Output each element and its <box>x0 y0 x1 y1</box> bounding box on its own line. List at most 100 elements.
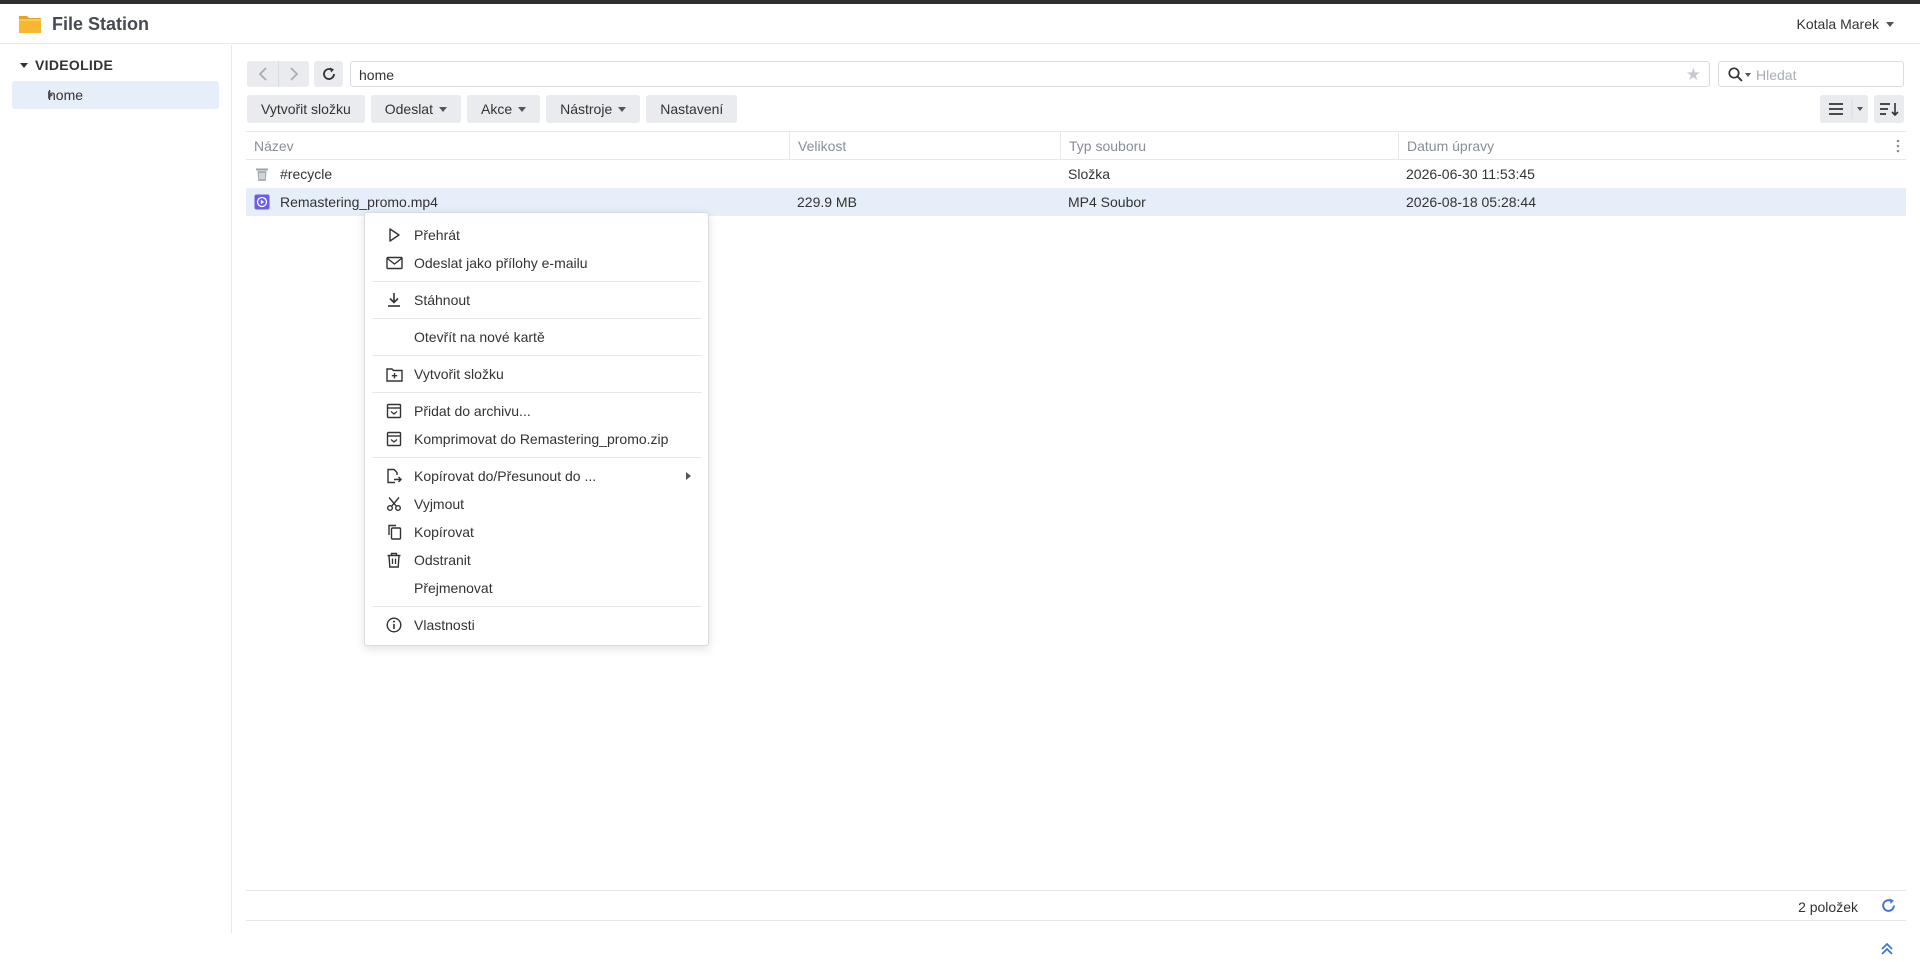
sidebar-item-label: home <box>48 87 84 103</box>
upload-label: Odeslat <box>384 101 433 117</box>
search-box[interactable] <box>1718 61 1904 87</box>
chevron-left-icon <box>258 67 267 81</box>
tree-root-label: VIDEOLIDE <box>35 57 114 73</box>
menu-item-label: Vyjmout <box>414 496 465 512</box>
status-bar: 2 položek <box>246 890 1906 921</box>
settings-label: Nastavení <box>660 101 724 117</box>
submenu-arrow-icon <box>686 472 691 480</box>
menu-separator <box>372 355 702 356</box>
column-header-name[interactable]: Název <box>246 132 789 159</box>
create-folder-label: Vytvořit složku <box>261 101 351 117</box>
menu-separator <box>372 606 702 607</box>
file-station-folder-icon <box>18 13 42 35</box>
play-icon <box>385 227 403 243</box>
sidebar-item-home[interactable]: home <box>12 81 219 109</box>
menu-item-label: Odeslat jako přílohy e-mailu <box>414 255 588 271</box>
action-label: Akce <box>480 101 513 117</box>
new-folder-icon <box>385 366 403 382</box>
refresh-button[interactable] <box>314 61 343 87</box>
column-options-icon[interactable] <box>1896 139 1900 153</box>
view-controls <box>1820 95 1904 123</box>
tools-label: Nástroje <box>560 101 613 117</box>
menu-item-delete[interactable]: Odstranit <box>366 547 707 573</box>
column-header-type[interactable]: Typ souboru <box>1060 132 1398 159</box>
menu-item-download[interactable]: Stáhnout <box>366 287 707 313</box>
menu-item-properties[interactable]: Vlastnosti <box>366 612 707 638</box>
toolbar: Vytvořit složku Odeslat Akce Nástroje Na… <box>247 95 738 123</box>
menu-item-send-email[interactable]: Odeslat jako přílohy e-mailu <box>366 250 707 276</box>
chevron-down-icon <box>438 106 447 112</box>
menu-item-label: Přehrát <box>414 227 460 243</box>
favorite-star-icon[interactable]: ★ <box>1686 65 1701 85</box>
menu-item-label: Přidat do archivu... <box>414 403 531 419</box>
menu-item-rename[interactable]: Přejmenovat <box>366 575 707 601</box>
file-size <box>789 160 1060 188</box>
menu-item-cut[interactable]: Vyjmout <box>366 491 707 517</box>
menu-item-label: Stáhnout <box>414 292 471 308</box>
refresh-icon[interactable] <box>1881 898 1896 913</box>
context-menu: Přehrát Odeslat jako přílohy e-mailu Stá… <box>364 212 709 646</box>
back-button[interactable] <box>247 61 278 87</box>
forward-button[interactable] <box>278 61 309 87</box>
column-header-size[interactable]: Velikost <box>789 132 1060 159</box>
menu-item-label: Kopírovat do/Přesunout do ... <box>414 468 597 484</box>
file-modified: 2026-06-30 11:53:45 <box>1406 166 1535 182</box>
file-grid: Název Velikost Typ souboru Datum úpravy … <box>246 131 1906 216</box>
menu-separator <box>372 318 702 319</box>
caret-right-icon[interactable] <box>48 91 53 99</box>
table-row[interactable]: #recycle Složka 2026-06-30 11:53:45 <box>246 160 1906 188</box>
tools-button[interactable]: Nástroje <box>546 95 641 123</box>
chevron-right-icon <box>290 67 299 81</box>
view-mode-button[interactable] <box>1820 95 1868 123</box>
caret-down-icon <box>20 62 28 68</box>
copy-icon <box>385 524 403 540</box>
menu-separator <box>372 281 702 282</box>
create-folder-button[interactable]: Vytvořit složku <box>247 95 365 123</box>
archive-icon <box>385 431 403 447</box>
file-name: #recycle <box>280 166 333 182</box>
scroll-to-top-icon[interactable] <box>1880 942 1894 956</box>
menu-item-label: Odstranit <box>414 552 471 568</box>
tree-root-videolide[interactable]: VIDEOLIDE <box>20 57 113 73</box>
file-modified: 2026-08-18 05:28:44 <box>1406 194 1536 210</box>
file-type: Složka <box>1068 166 1111 182</box>
menu-item-create-folder[interactable]: Vytvořit složku <box>366 361 707 387</box>
chevron-down-icon <box>618 106 627 112</box>
menu-item-open-new-tab[interactable]: Otevřít na nové kartě <box>366 324 707 350</box>
history-buttons <box>247 61 309 87</box>
mail-icon <box>385 255 403 271</box>
app-title: File Station <box>52 14 150 34</box>
action-button[interactable]: Akce <box>466 95 541 123</box>
item-count: 2 položek <box>1798 899 1858 915</box>
path-value: home <box>359 67 395 83</box>
video-file-icon <box>254 194 270 210</box>
scissors-icon <box>385 496 403 512</box>
user-menu[interactable]: Kotala Marek <box>1797 16 1894 32</box>
copy-move-icon <box>385 468 403 484</box>
menu-item-add-to-archive[interactable]: Přidat do archivu... <box>366 398 707 424</box>
upload-button[interactable]: Odeslat <box>370 95 461 123</box>
menu-item-play[interactable]: Přehrát <box>366 222 707 248</box>
search-icon[interactable] <box>1728 67 1743 82</box>
file-name: Remastering_promo.mp4 <box>280 194 438 210</box>
menu-item-compress-zip[interactable]: Komprimovat do Remastering_promo.zip <box>366 426 707 452</box>
file-type: MP4 Soubor <box>1068 194 1146 210</box>
menu-item-label: Vytvořit složku <box>414 366 504 382</box>
settings-button[interactable]: Nastavení <box>646 95 738 123</box>
chevron-down-icon <box>518 106 527 112</box>
file-size: 229.9 MB <box>797 194 857 210</box>
title-bar: File Station Kotala Marek <box>0 4 1920 44</box>
menu-item-copy[interactable]: Kopírovat <box>366 519 707 545</box>
info-icon <box>385 617 403 633</box>
search-input[interactable] <box>1756 65 1896 84</box>
search-options-caret-icon[interactable] <box>1745 73 1751 77</box>
menu-item-label: Kopírovat <box>414 524 474 540</box>
menu-item-copy-move-to[interactable]: Kopírovat do/Přesunout do ... <box>366 463 707 489</box>
sort-icon <box>1880 103 1899 117</box>
sort-button[interactable] <box>1874 95 1904 123</box>
menu-item-label: Přejmenovat <box>414 580 493 596</box>
trash-folder-icon <box>254 166 270 182</box>
menu-item-label: Vlastnosti <box>414 617 475 633</box>
path-field[interactable]: home ★ <box>350 61 1710 87</box>
column-header-modified[interactable]: Datum úpravy <box>1398 132 1893 159</box>
